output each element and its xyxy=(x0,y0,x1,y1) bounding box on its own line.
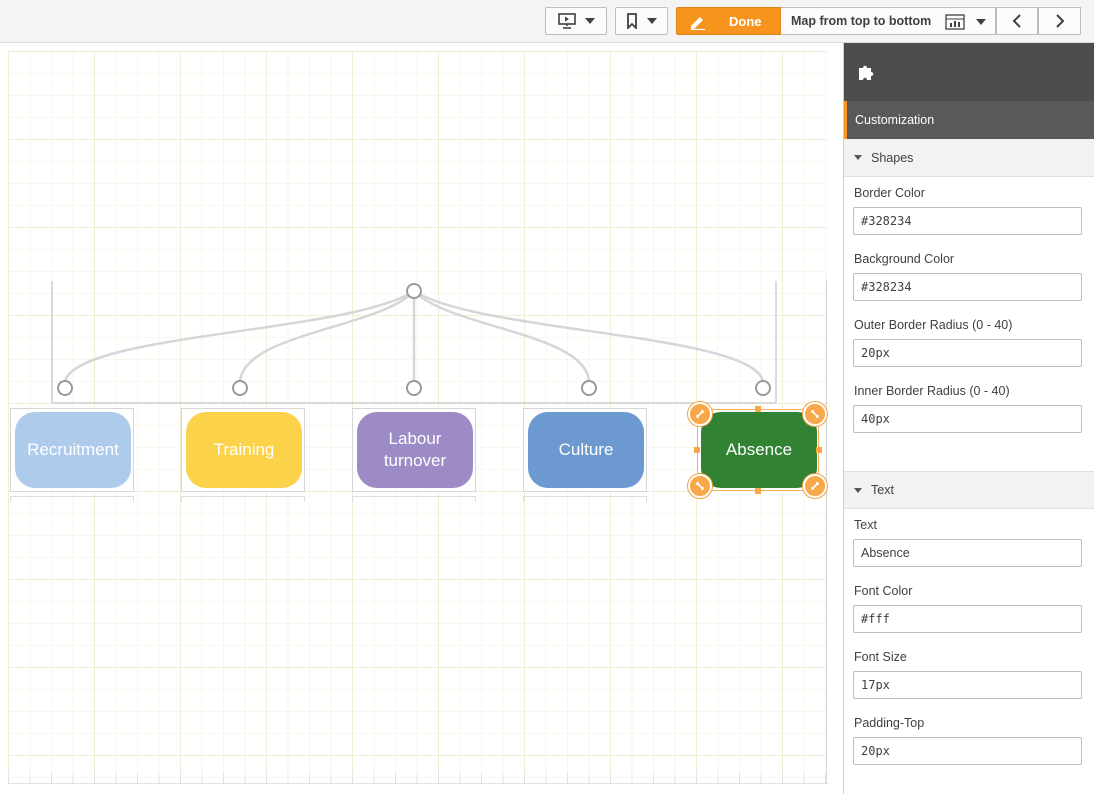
shapes-section-title: Shapes xyxy=(871,150,914,165)
node-shape-training[interactable]: Training xyxy=(186,412,302,488)
bookmarks-button[interactable] xyxy=(615,7,668,35)
chevron-down-icon xyxy=(584,18,595,24)
resize-corner-top-right[interactable] xyxy=(803,402,827,426)
border-color-label: Border Color xyxy=(854,186,925,200)
padding-top-label: Padding-Top xyxy=(854,716,925,730)
resize-corner-bottom-right[interactable] xyxy=(803,474,827,498)
node-handle-culture[interactable] xyxy=(581,380,597,396)
connector-recruitment xyxy=(63,289,415,382)
presentation-play-icon xyxy=(557,13,576,29)
done-label: Done xyxy=(729,14,762,29)
inner-radius-label: Inner Border Radius (0 - 40) xyxy=(854,384,1010,398)
resize-handle-right[interactable] xyxy=(816,447,822,453)
resize-diagonal-icon xyxy=(696,410,704,418)
resize-handle-bottom[interactable] xyxy=(755,488,761,494)
tree-connectors xyxy=(51,281,777,404)
node-handle-training[interactable] xyxy=(232,380,248,396)
font-size-label: Font Size xyxy=(854,650,907,664)
connector-training xyxy=(238,290,415,382)
customization-tab[interactable]: Customization xyxy=(844,101,1094,139)
mapping-dropdown[interactable]: Map from top to bottom xyxy=(781,7,996,35)
selection-frame xyxy=(697,409,819,491)
resize-diagonal-icon xyxy=(811,482,819,490)
resize-corner-bottom-left[interactable] xyxy=(688,474,712,498)
outer-radius-input[interactable] xyxy=(853,339,1082,367)
outer-radius-label: Outer Border Radius (0 - 40) xyxy=(854,318,1013,332)
back-button[interactable] xyxy=(996,7,1038,35)
node-cell-footer xyxy=(352,496,476,502)
properties-panel: Customization Shapes Border Color Backgr… xyxy=(843,43,1094,794)
node-handle-absence[interactable] xyxy=(755,380,771,396)
node-cell-footer xyxy=(10,496,134,502)
node-cell[interactable]: Culture xyxy=(523,408,647,492)
pencil-icon xyxy=(691,17,705,30)
node-handle-labour-turnover[interactable] xyxy=(406,380,422,396)
node-shape-recruitment[interactable]: Recruitment xyxy=(15,412,131,488)
font-size-input[interactable] xyxy=(853,671,1082,699)
resize-handle-left[interactable] xyxy=(694,447,700,453)
shapes-section-header[interactable]: Shapes xyxy=(844,139,1094,177)
text-input[interactable] xyxy=(853,539,1082,567)
chart-table-icon xyxy=(945,14,965,30)
caret-down-icon xyxy=(854,487,862,493)
chevron-left-icon xyxy=(1012,14,1021,28)
connector-culture xyxy=(413,290,591,382)
chevron-down-icon xyxy=(976,19,986,25)
root-node-handle[interactable] xyxy=(406,283,422,299)
caret-down-icon xyxy=(854,155,862,160)
resize-handle-top[interactable] xyxy=(755,406,761,412)
bookmark-icon xyxy=(627,13,637,29)
text-label: Text xyxy=(854,518,877,532)
done-button[interactable]: Done xyxy=(676,7,781,35)
node-cell-footer xyxy=(523,496,647,502)
resize-corner-top-left[interactable] xyxy=(688,402,712,426)
resize-diagonal-icon xyxy=(696,482,704,490)
text-section-header[interactable]: Text xyxy=(844,471,1094,509)
panel-header xyxy=(844,43,1094,101)
padding-top-input[interactable] xyxy=(853,737,1082,765)
font-color-input[interactable] xyxy=(853,605,1082,633)
node-cell[interactable]: Training xyxy=(181,408,305,492)
toolbar: Done Map from top to bottom xyxy=(0,0,1094,43)
inner-radius-input[interactable] xyxy=(853,405,1082,433)
mapping-label: Map from top to bottom xyxy=(791,14,932,28)
presentation-button[interactable] xyxy=(545,7,607,35)
connector-absence xyxy=(413,289,765,382)
node-cell[interactable]: Labour turnover xyxy=(352,408,476,492)
chevron-down-icon xyxy=(647,18,657,24)
background-color-label: Background Color xyxy=(854,252,955,266)
sheet-canvas[interactable]: Recruitment Training Labour turnover Cul… xyxy=(0,43,836,794)
border-color-input[interactable] xyxy=(853,207,1082,235)
node-shape-culture[interactable]: Culture xyxy=(528,412,644,488)
node-handle-recruitment[interactable] xyxy=(57,380,73,396)
forward-button[interactable] xyxy=(1038,7,1081,35)
node-cell-footer xyxy=(181,496,305,502)
puzzle-piece-icon xyxy=(859,65,874,80)
chevron-right-icon xyxy=(1055,14,1064,28)
text-section-title: Text xyxy=(871,483,894,497)
font-color-label: Font Color xyxy=(854,584,913,598)
canvas-ruler xyxy=(8,774,828,784)
resize-diagonal-icon xyxy=(811,410,819,418)
node-cell[interactable]: Recruitment xyxy=(10,408,134,492)
background-color-input[interactable] xyxy=(853,273,1082,301)
node-shape-labour-turnover[interactable]: Labour turnover xyxy=(357,412,473,488)
